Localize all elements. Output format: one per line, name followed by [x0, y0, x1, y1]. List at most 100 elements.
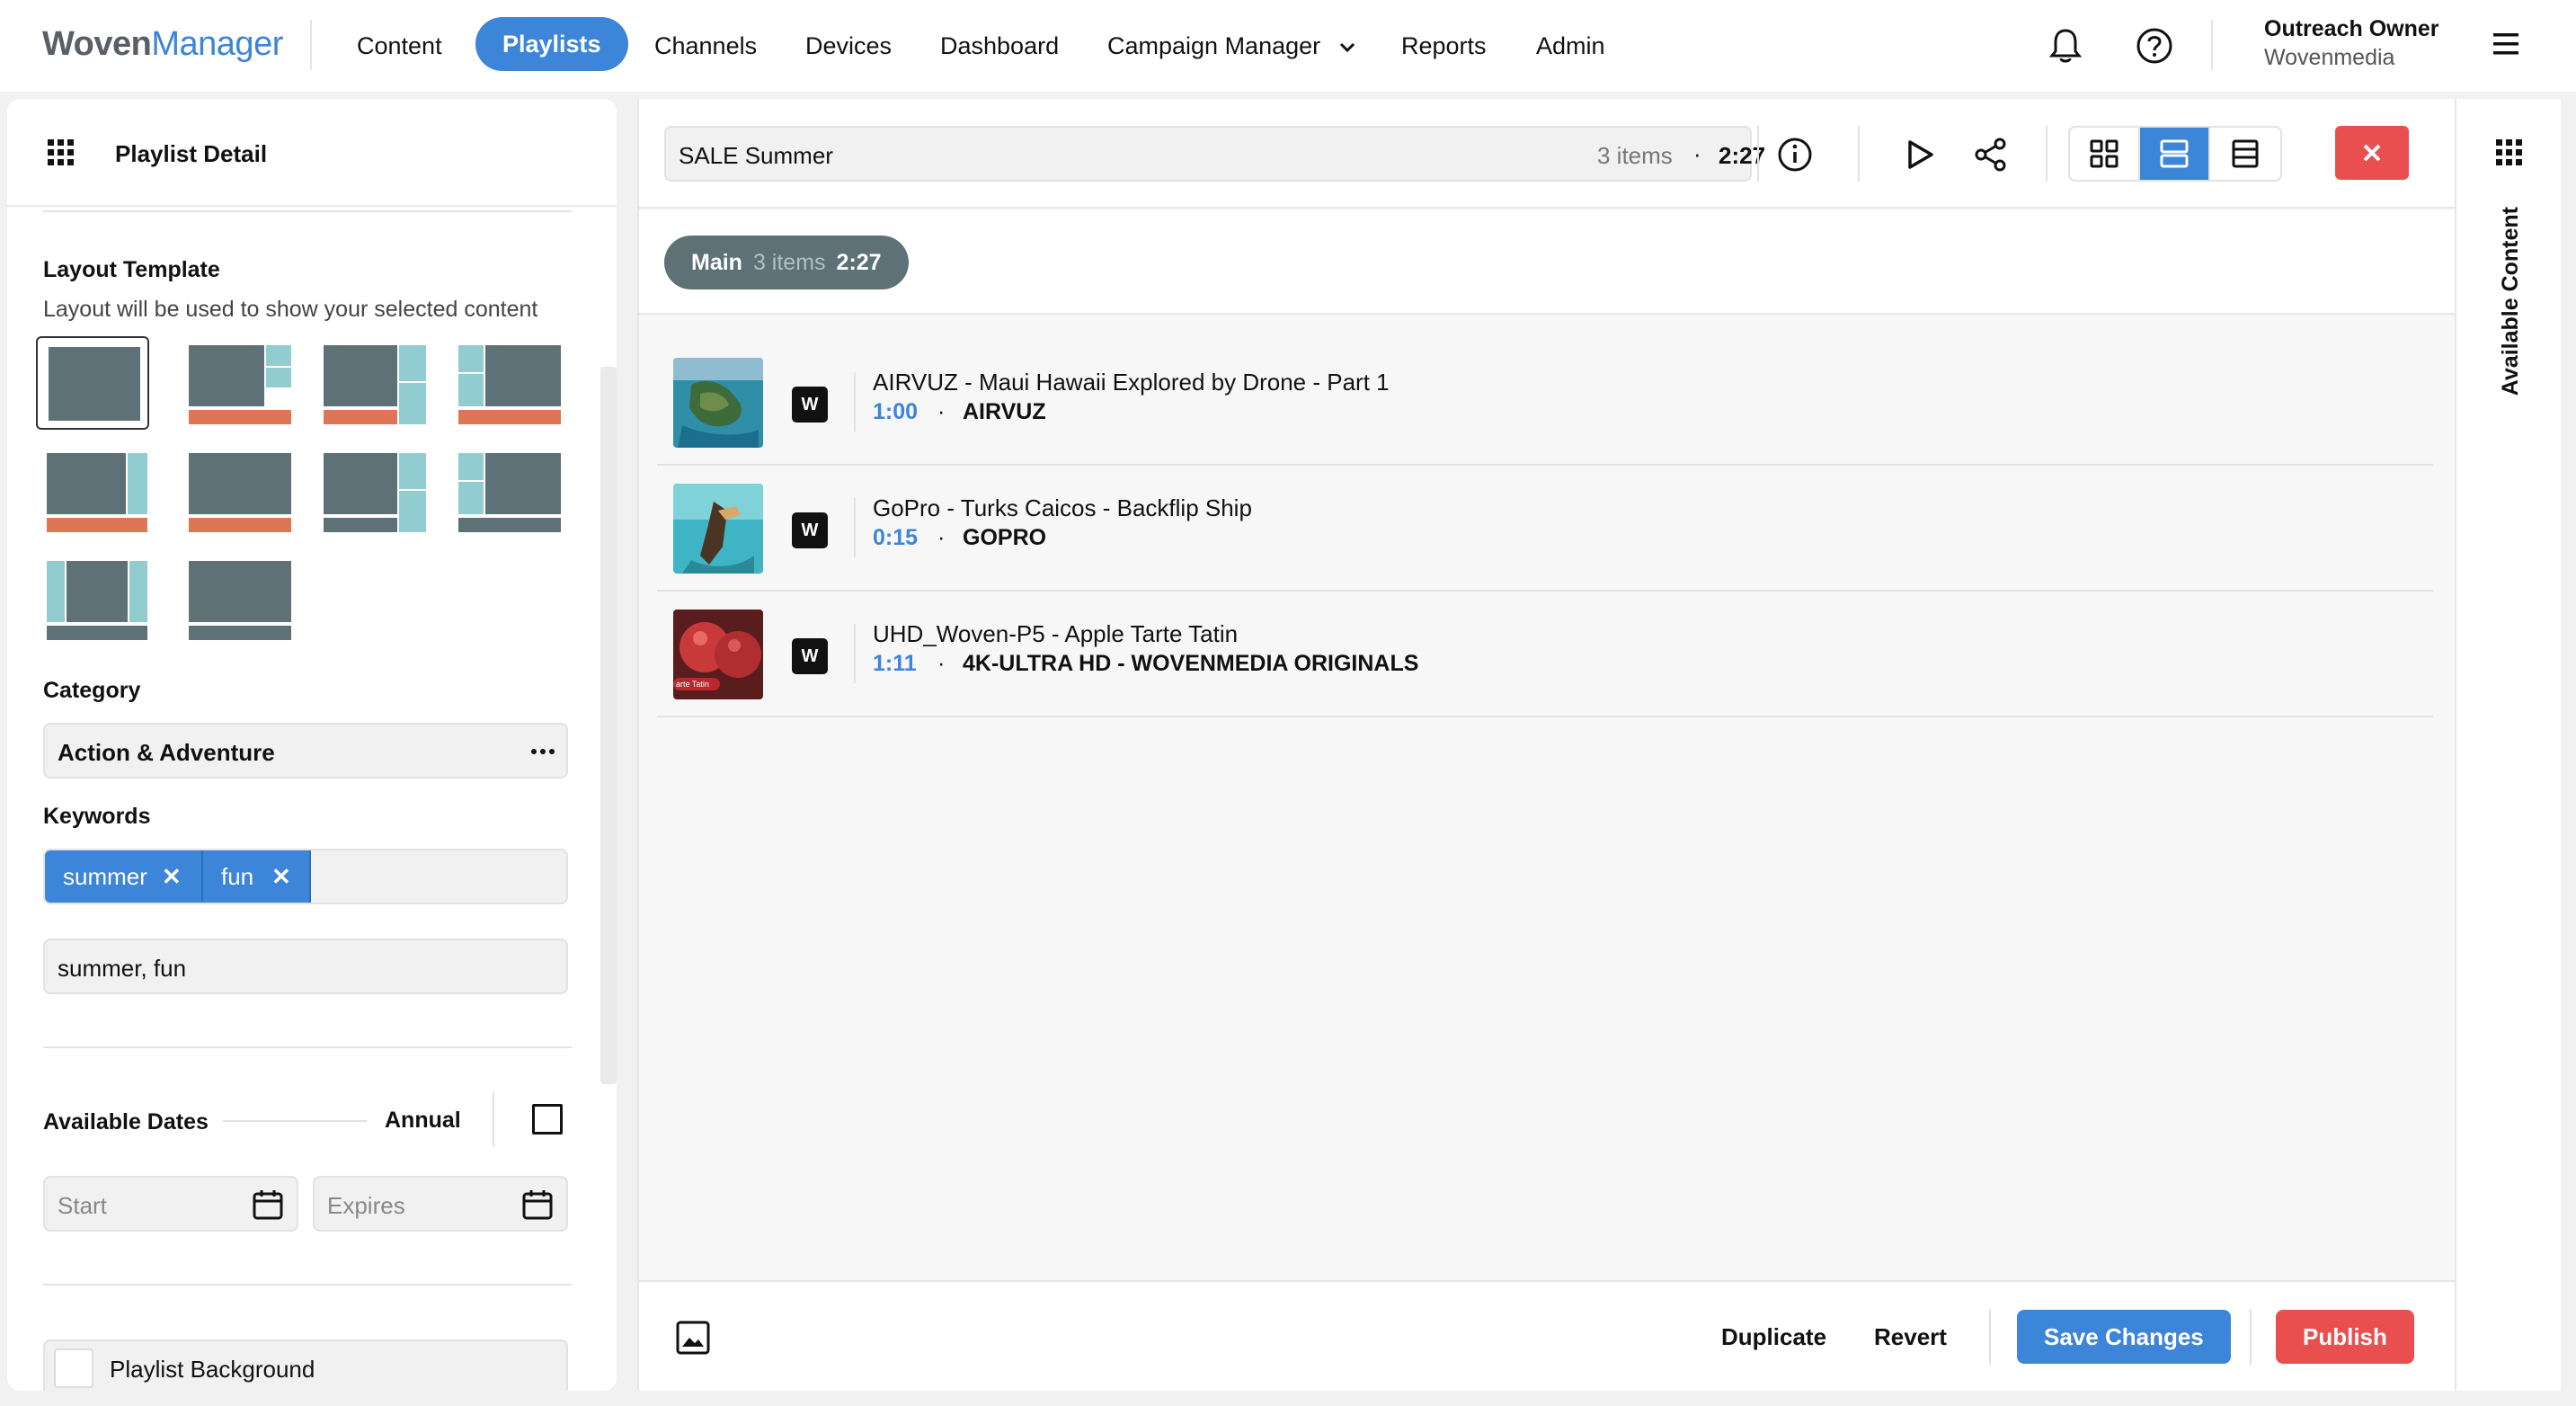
playlist-background-field[interactable]: Playlist Background — [43, 1339, 568, 1391]
content-thumbnail — [673, 484, 763, 574]
layout-template-option[interactable] — [448, 444, 561, 538]
layout-template-option[interactable] — [178, 552, 291, 645]
content-provider-badge: W — [792, 512, 828, 548]
layout-template-option[interactable] — [36, 336, 149, 430]
start-date-field[interactable]: Start — [43, 1176, 298, 1232]
top-navigation-bar: WovenManager Content Playlists Channels … — [0, 0, 2576, 92]
nav-item-devices[interactable]: Devices — [805, 27, 892, 65]
expires-date-field[interactable]: Expires — [313, 1176, 568, 1232]
zone-duration: 2:27 — [836, 250, 882, 275]
layout-template-option[interactable] — [313, 444, 426, 538]
nav-item-campaign-manager-label: Campaign Manager — [1107, 32, 1321, 59]
woven-manager-logo[interactable]: WovenManager — [42, 25, 283, 64]
zone-tab-main[interactable]: Main 3 items 2:27 — [664, 236, 909, 289]
available-content-panel[interactable]: Available Content — [2455, 99, 2561, 1391]
grid-view-button[interactable] — [2070, 128, 2140, 180]
split-view-button[interactable] — [2140, 128, 2210, 180]
playlist-background-label: Playlist Background — [110, 1356, 315, 1383]
panel-title: Playlist Detail — [115, 140, 268, 167]
layout-template-option[interactable] — [178, 444, 291, 538]
nav-divider — [2211, 20, 2213, 70]
nav-item-dashboard[interactable]: Dashboard — [940, 27, 1059, 65]
content-thumbnail: arte Tatin — [673, 610, 763, 699]
grid-dots-icon[interactable] — [47, 138, 76, 167]
split-view-icon — [2160, 139, 2189, 168]
play-icon[interactable] — [1905, 138, 1935, 171]
divider — [43, 210, 572, 212]
list-view-button[interactable] — [2210, 128, 2280, 180]
keyword-chip: summer ✕ — [45, 850, 203, 903]
info-icon[interactable] — [1777, 137, 1813, 173]
keywords-chip-input[interactable]: summer ✕ fun ✕ — [43, 849, 568, 904]
content-title: UHD_Woven-P5 - Apple Tarte Tatin — [873, 620, 1239, 647]
remove-keyword-icon[interactable]: ✕ — [271, 850, 291, 903]
divider — [1858, 126, 1860, 182]
nav-item-playlists[interactable]: Playlists — [475, 17, 628, 71]
content-provider-badge: W — [792, 387, 828, 423]
content-duration: 1:11 — [873, 651, 917, 676]
view-mode-toggle — [2068, 126, 2282, 182]
editor-footer: Duplicate Revert Save Changes Publish — [639, 1280, 2456, 1391]
playlist-item[interactable]: arte Tatin W UHD_Woven-P5 - Apple Tarte … — [657, 592, 2433, 717]
revert-button[interactable]: Revert — [1874, 1323, 1947, 1351]
layout-template-label: Layout Template — [43, 257, 220, 282]
content-duration: 1:00 — [873, 399, 919, 424]
keyword-chip-label: summer — [63, 863, 147, 890]
divider — [854, 498, 856, 557]
keyword-chip: fun ✕ — [203, 850, 311, 903]
save-changes-button[interactable]: Save Changes — [2017, 1310, 2231, 1364]
nav-item-channels[interactable]: Channels — [654, 27, 757, 65]
divider — [2046, 126, 2047, 182]
background-color-swatch[interactable] — [54, 1348, 93, 1388]
duplicate-button[interactable]: Duplicate — [1721, 1323, 1826, 1351]
content-source: AIRVUZ — [963, 399, 1046, 424]
layout-template-option[interactable] — [448, 336, 561, 430]
available-dates-label: Available Dates — [43, 1109, 209, 1135]
menu-icon[interactable] — [2492, 31, 2520, 58]
help-icon[interactable] — [2136, 27, 2173, 65]
separator-dot: · — [937, 651, 946, 676]
close-editor-button[interactable] — [2335, 126, 2409, 180]
nav-item-reports[interactable]: Reports — [1401, 27, 1487, 65]
divider — [854, 624, 856, 683]
share-icon[interactable] — [1973, 137, 2009, 173]
image-icon[interactable] — [675, 1320, 711, 1356]
divider — [1989, 1309, 1991, 1365]
category-label: Category — [43, 678, 141, 703]
layout-template-option[interactable] — [313, 336, 426, 430]
grid-dots-icon[interactable] — [2495, 138, 2524, 167]
publish-button[interactable]: Publish — [2276, 1310, 2414, 1364]
keywords-label: Keywords — [43, 804, 151, 829]
keywords-text-field[interactable]: summer, fun — [43, 939, 568, 994]
content-source: GOPRO — [963, 525, 1047, 550]
nav-item-admin[interactable]: Admin — [1536, 27, 1605, 65]
separator-dot: · — [1693, 140, 1701, 167]
nav-item-campaign-manager[interactable]: Campaign Manager — [1107, 27, 1358, 65]
calendar-icon[interactable] — [252, 1188, 284, 1221]
playlist-detail-panel: Playlist Detail Layout Template Layout w… — [7, 99, 617, 1391]
layout-template-option[interactable] — [36, 552, 149, 645]
layout-template-option[interactable] — [36, 444, 149, 538]
more-horizontal-icon[interactable] — [530, 748, 555, 755]
calendar-icon[interactable] — [521, 1188, 554, 1221]
panel-scrollbar[interactable] — [600, 367, 617, 1084]
playlist-name-field[interactable]: SALE Summer 3 items · 2:27 — [664, 126, 1765, 182]
playlist-item[interactable]: W GoPro - Turks Caicos - Backflip Ship 0… — [657, 466, 2433, 592]
user-name[interactable]: Outreach Owner — [2264, 16, 2439, 42]
remove-keyword-icon[interactable]: ✕ — [162, 850, 182, 903]
chevron-down-icon — [1339, 42, 1355, 52]
close-icon — [2363, 144, 2381, 162]
playlist-editor: SALE Summer 3 items · 2:27 Main 3 items 2:… — [637, 99, 2456, 1391]
nav-item-content[interactable]: Content — [357, 27, 442, 65]
separator-dot: · — [937, 525, 946, 550]
playlist-item[interactable]: W AIRVUZ - Maui Hawaii Explored by Drone… — [657, 340, 2433, 466]
divider — [43, 1046, 572, 1048]
content-duration: 0:15 — [873, 525, 919, 550]
divider — [854, 372, 856, 432]
bell-icon[interactable] — [2047, 27, 2083, 65]
category-select[interactable]: Action & Adventure — [43, 723, 568, 779]
content-source: 4K-ULTRA HD - WOVENMEDIA ORIGINALS — [963, 651, 1419, 676]
layout-template-option[interactable] — [178, 336, 291, 430]
category-value: Action & Adventure — [58, 739, 275, 766]
annual-checkbox[interactable] — [532, 1104, 563, 1135]
